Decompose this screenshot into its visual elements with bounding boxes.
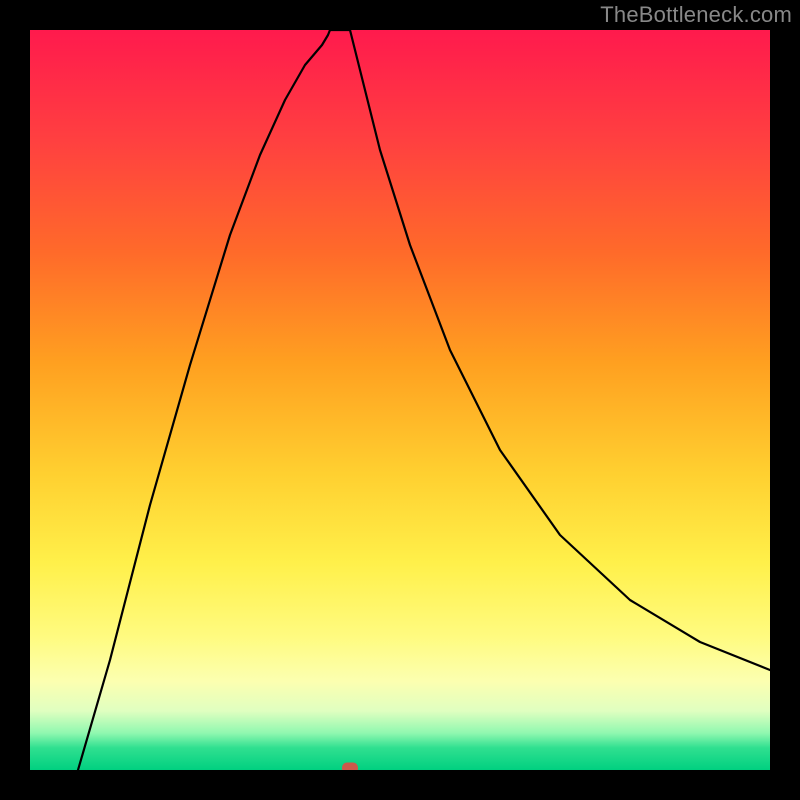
bottleneck-curve-path	[78, 30, 770, 770]
chart-frame	[30, 30, 770, 770]
chart-curve	[30, 30, 770, 770]
watermark-text: TheBottleneck.com	[600, 2, 792, 28]
optimal-point-marker	[342, 762, 358, 770]
